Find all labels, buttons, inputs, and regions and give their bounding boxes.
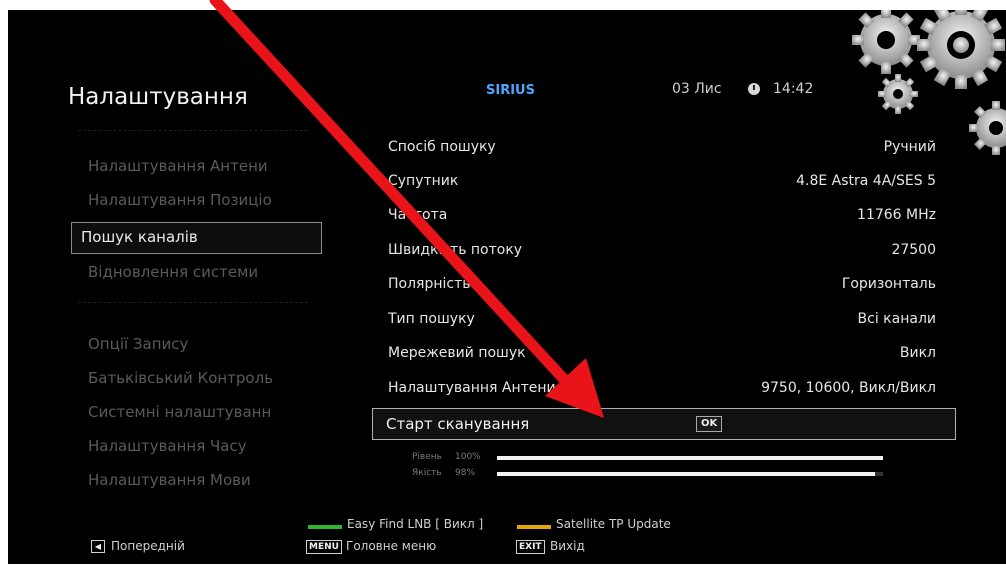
row-value-antenna-settings[interactable]: 9750, 10600, Викл/Викл: [761, 380, 936, 396]
row-value-symbol-rate[interactable]: 27500: [891, 242, 936, 258]
signal-level-bar: [497, 456, 883, 460]
sidebar-item-system-settings[interactable]: Системні налаштуванн: [88, 403, 324, 421]
sidebar-item-parental-control[interactable]: Батьківський Контроль: [88, 369, 324, 387]
sidebar-item-language-settings[interactable]: Налаштування Мови: [88, 471, 324, 489]
sidebar-item-system-restore[interactable]: Відновлення системи: [88, 263, 324, 281]
page-title: Налаштування: [68, 84, 248, 110]
signal-quality-fill: [497, 472, 876, 476]
sidebar-item-label: Пошук каналів: [81, 228, 198, 246]
signal-level-fill: [497, 456, 883, 460]
exit-label[interactable]: Вихід: [550, 539, 585, 553]
start-scan-label: Старт сканування: [386, 415, 530, 433]
sidebar-item-positioner-setup[interactable]: Налаштування Позиціо: [88, 191, 324, 209]
previous-label[interactable]: Попередній: [111, 539, 185, 553]
green-key-icon: [308, 525, 342, 529]
main-menu-label[interactable]: Головне меню: [346, 539, 436, 553]
row-label-satellite: Супутник: [388, 173, 459, 189]
yellow-key-icon: [517, 525, 551, 529]
sidebar-item-record-options[interactable]: Опції Запису: [88, 335, 324, 353]
sidebar-item-time-settings[interactable]: Налаштування Часу: [88, 437, 324, 455]
row-label-symbol-rate: Швидкість потоку: [388, 242, 523, 258]
row-label-search-type: Тип пошуку: [388, 311, 475, 327]
tv-screen: Налаштування SIRIUS 03 Лис 14:42 Налашту…: [8, 10, 1006, 564]
sidebar-section-divider: [78, 130, 308, 133]
clock-icon: [748, 83, 760, 95]
row-value-search-type[interactable]: Всі канали: [858, 311, 936, 327]
channel-name: SIRIUS: [486, 83, 535, 98]
signal-quality-value: 98%: [455, 468, 476, 478]
header-time: 14:42: [773, 81, 814, 97]
row-value-frequency[interactable]: 11766 MHz: [857, 207, 936, 223]
row-value-satellite[interactable]: 4.8E Astra 4A/SES 5: [796, 173, 936, 189]
sidebar-item-antenna-setup[interactable]: Налаштування Антени: [88, 157, 324, 175]
row-label-polarity: Полярність: [388, 276, 471, 292]
easy-find-lnb-label[interactable]: Easy Find LNB [ Викл ]: [347, 517, 483, 531]
menu-key-badge: MENU: [306, 540, 342, 554]
row-label-network-search: Мережевий пошук: [388, 345, 526, 361]
exit-key-badge: EXIT: [516, 540, 545, 554]
ok-key-badge: OK: [696, 416, 723, 432]
row-value-polarity[interactable]: Горизонталь: [842, 276, 936, 292]
arrow-left-icon: ◀: [91, 540, 105, 553]
row-label-antenna-settings: Налаштування Антени: [388, 380, 556, 396]
signal-level-value: 100%: [455, 452, 481, 462]
row-label-frequency: Частота: [388, 207, 448, 223]
row-value-search-mode[interactable]: Ручний: [884, 139, 936, 155]
gears-icon: [852, 10, 1006, 155]
satellite-tp-update-label[interactable]: Satellite TP Update: [556, 517, 671, 531]
row-value-network-search[interactable]: Викл: [900, 345, 936, 361]
signal-quality-bar: [497, 472, 883, 476]
header-date: 03 Лис: [672, 81, 722, 97]
row-label-search-mode: Спосіб пошуку: [388, 139, 496, 155]
signal-quality-label: Якість: [412, 468, 442, 478]
sidebar-section-divider: [78, 302, 308, 305]
signal-level-label: Рівень: [412, 452, 442, 462]
